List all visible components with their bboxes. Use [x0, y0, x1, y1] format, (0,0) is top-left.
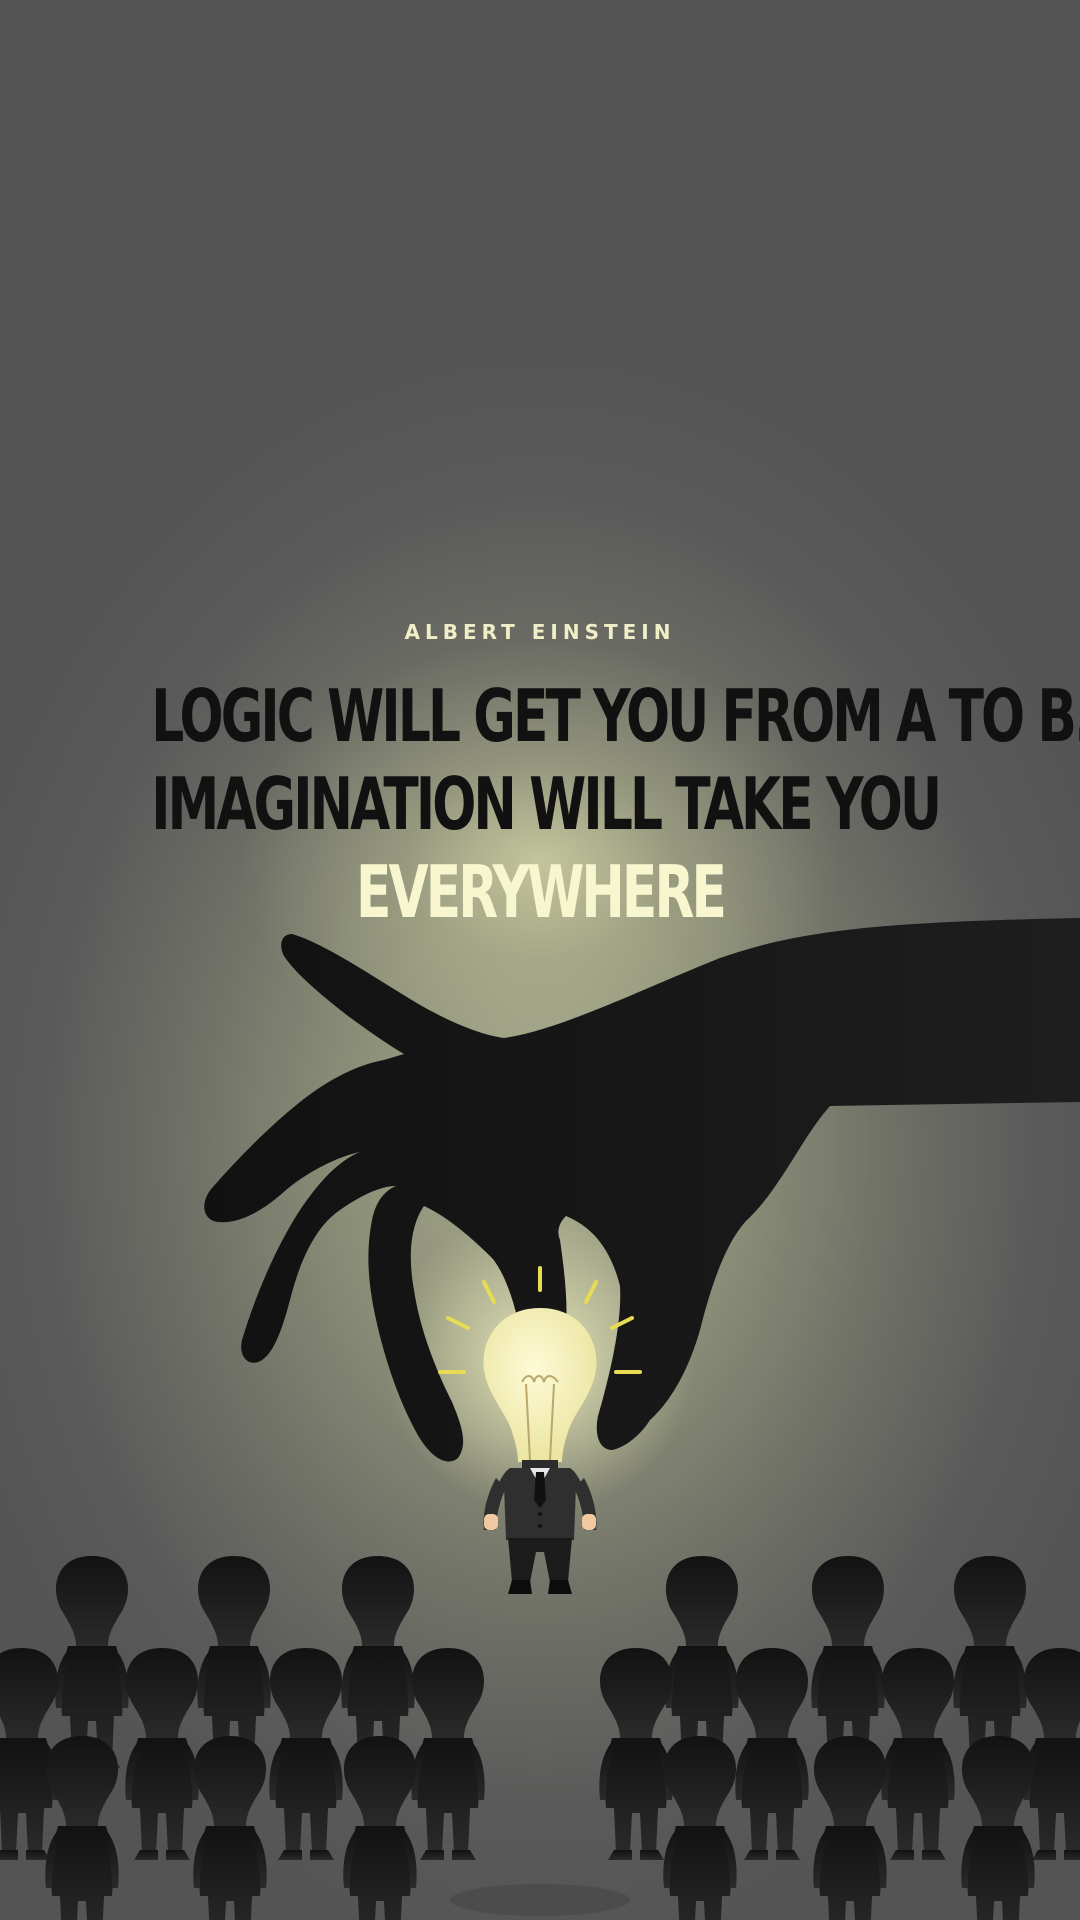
- quote-author: ALBERT EINSTEIN: [404, 620, 676, 644]
- quote-line-1: LOGIC WILL GET YOU FROM A TO B.: [151, 674, 1080, 758]
- hand-left: [484, 1514, 498, 1530]
- quote-block: ALBERT EINSTEIN LOGIC WILL GET YOU FROM …: [0, 620, 1080, 936]
- shoe-right: [548, 1580, 572, 1594]
- hand-right: [582, 1514, 596, 1530]
- shoe-left: [508, 1580, 532, 1594]
- floor-shadow: [450, 1884, 630, 1916]
- hand-silhouette: [204, 918, 1080, 1462]
- quote-line-3: EVERYWHERE: [355, 850, 727, 934]
- trousers: [508, 1538, 572, 1582]
- quote-line-2: IMAGINATION WILL TAKE YOU: [151, 762, 942, 846]
- wallpaper: ALBERT EINSTEIN LOGIC WILL GET YOU FROM …: [0, 0, 1080, 1920]
- illustration: [0, 918, 1080, 1920]
- crowd: [0, 1556, 1080, 1920]
